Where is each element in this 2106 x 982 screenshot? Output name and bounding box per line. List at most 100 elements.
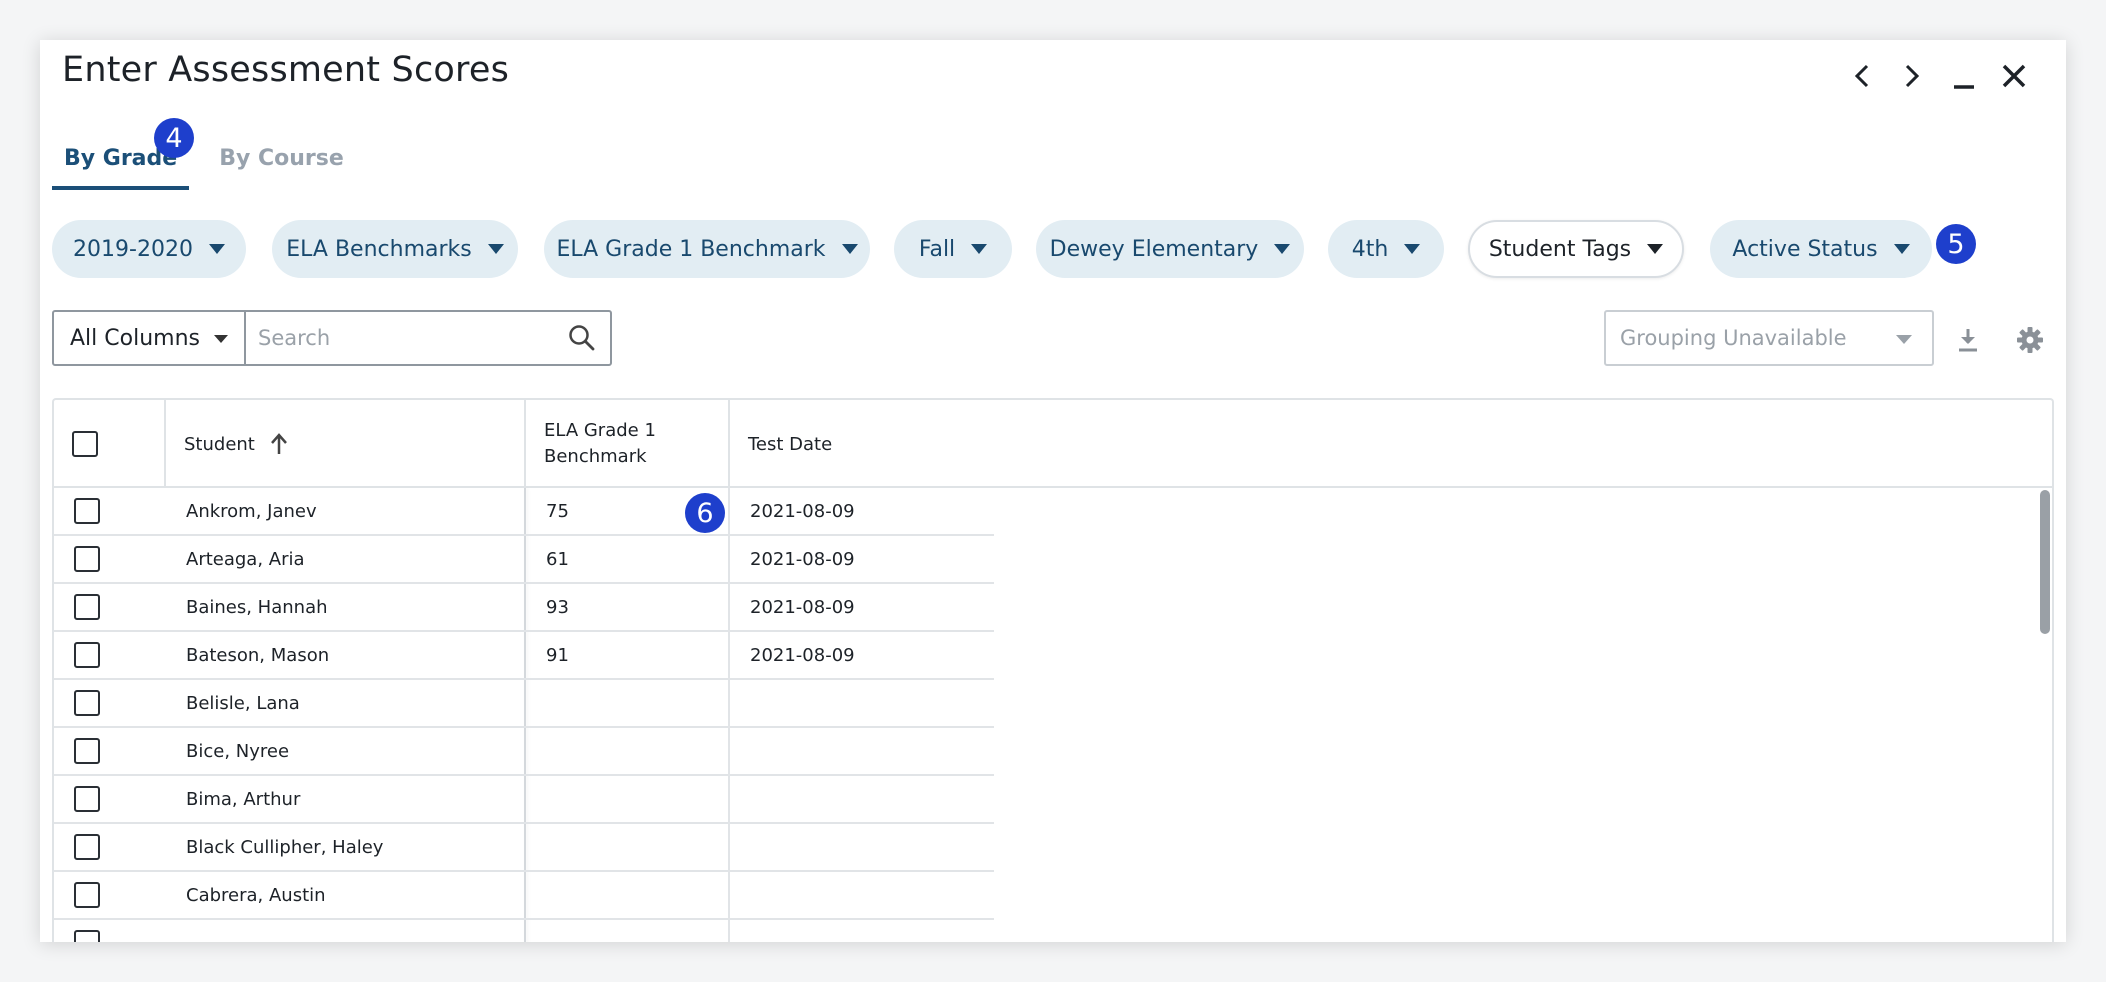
download-icon bbox=[1959, 329, 1977, 352]
column-select-value: All Columns bbox=[70, 325, 200, 351]
student-name[interactable]: Bateson, Mason bbox=[186, 632, 329, 678]
dialog-title: Enter Assessment Scores bbox=[62, 50, 510, 90]
test-date-cell[interactable]: 2021-08-09 bbox=[750, 488, 855, 534]
filter-active-status[interactable]: Active Status bbox=[1710, 220, 1932, 278]
column-divider bbox=[524, 400, 526, 488]
row-checkbox[interactable] bbox=[74, 738, 100, 764]
filter-label: Dewey Elementary bbox=[1049, 236, 1259, 262]
table-row: Black Cullipher, Haley bbox=[54, 824, 994, 872]
student-name[interactable]: Arteaga, Aria bbox=[186, 536, 305, 582]
step-badge-6: 6 bbox=[685, 493, 725, 533]
caret-down-icon bbox=[1647, 244, 1664, 254]
column-header-benchmark[interactable]: ELA Grade 1 Benchmark bbox=[544, 400, 656, 488]
score-cell[interactable] bbox=[546, 872, 726, 918]
column-divider bbox=[728, 400, 730, 488]
table-row: Cabrera, Austin bbox=[54, 872, 994, 920]
table-row: Bateson, Mason 91 2021-08-09 bbox=[54, 632, 994, 680]
table-row: Baines, Hannah 93 2021-08-09 bbox=[54, 584, 994, 632]
caret-down-icon bbox=[1893, 244, 1910, 254]
score-cell[interactable]: 61 bbox=[546, 536, 726, 582]
table-row: Ankrom, Janev 75 2021-08-09 bbox=[54, 488, 994, 536]
view-tabs: By Grade By Course bbox=[52, 136, 356, 190]
row-checkbox[interactable] bbox=[74, 642, 100, 668]
score-cell[interactable]: 91 bbox=[546, 632, 726, 678]
row-checkbox-cell bbox=[74, 536, 100, 582]
column-header-label: Student bbox=[184, 433, 255, 455]
row-checkbox-cell bbox=[74, 920, 100, 942]
step-badge-4: 4 bbox=[154, 118, 194, 158]
vertical-scrollbar[interactable] bbox=[2038, 488, 2052, 942]
filter-student-tags[interactable]: Student Tags bbox=[1468, 220, 1684, 278]
chevron-left-icon bbox=[1854, 64, 1869, 88]
search-button[interactable] bbox=[554, 312, 610, 364]
filter-grade[interactable]: 4th bbox=[1328, 220, 1444, 278]
column-header-label-line2: Benchmark bbox=[544, 446, 647, 467]
score-cell[interactable] bbox=[546, 776, 726, 822]
grouping-select: Grouping Unavailable bbox=[1604, 310, 1934, 366]
row-checkbox[interactable] bbox=[74, 834, 100, 860]
row-checkbox[interactable] bbox=[74, 594, 100, 620]
row-checkbox[interactable] bbox=[74, 930, 100, 942]
row-checkbox[interactable] bbox=[74, 690, 100, 716]
settings-button[interactable] bbox=[2010, 320, 2050, 360]
student-name[interactable]: Ankrom, Janev bbox=[186, 488, 317, 534]
row-checkbox[interactable] bbox=[74, 882, 100, 908]
filter-label: 4th bbox=[1351, 236, 1389, 262]
minimize-icon bbox=[1954, 85, 1974, 89]
chevron-right-icon bbox=[1905, 64, 1920, 88]
table-row: Belisle, Lana bbox=[54, 680, 994, 728]
row-checkbox-cell bbox=[74, 632, 100, 678]
caret-down-icon bbox=[1404, 244, 1421, 254]
table-header: Student ELA Grade 1 Benchmark Test Date bbox=[54, 400, 2052, 488]
student-name[interactable]: Cabrera, Austin bbox=[186, 872, 326, 918]
close-icon bbox=[2002, 64, 2026, 88]
minimize-button[interactable] bbox=[1944, 52, 1984, 100]
column-header-label: Test Date bbox=[748, 433, 833, 455]
caret-down-icon bbox=[971, 244, 988, 254]
gear-icon bbox=[2017, 327, 2043, 353]
row-checkbox[interactable] bbox=[74, 786, 100, 812]
test-date-cell[interactable]: 2021-08-09 bbox=[750, 632, 855, 678]
filter-school-year[interactable]: 2019-2020 bbox=[52, 220, 246, 278]
student-name[interactable]: Bima, Arthur bbox=[186, 776, 300, 822]
score-cell[interactable]: 93 bbox=[546, 584, 726, 630]
filter-label: 2019-2020 bbox=[73, 236, 193, 262]
student-name[interactable]: Belisle, Lana bbox=[186, 680, 300, 726]
column-header-test-date[interactable]: Test Date bbox=[748, 400, 832, 488]
column-header-label-line1: ELA Grade 1 bbox=[544, 420, 656, 441]
filter-label: ELA Grade 1 Benchmark bbox=[556, 236, 826, 262]
previous-button[interactable] bbox=[1842, 52, 1882, 100]
filter-label: ELA Benchmarks bbox=[286, 236, 472, 262]
column-select[interactable]: All Columns bbox=[54, 312, 246, 364]
filter-term[interactable]: Fall bbox=[894, 220, 1012, 278]
row-checkbox[interactable] bbox=[74, 546, 100, 572]
student-name[interactable]: Baines, Hannah bbox=[186, 584, 328, 630]
test-date-cell[interactable]: 2021-08-09 bbox=[750, 536, 855, 582]
table-row-partial bbox=[54, 920, 994, 942]
filter-assessment-group[interactable]: ELA Benchmarks bbox=[272, 220, 518, 278]
caret-down-icon bbox=[1896, 335, 1912, 344]
score-cell[interactable] bbox=[546, 728, 726, 774]
score-cell[interactable] bbox=[546, 680, 726, 726]
tab-by-course[interactable]: By Course bbox=[207, 136, 356, 190]
download-button[interactable] bbox=[1948, 320, 1988, 360]
close-button[interactable] bbox=[1994, 52, 2034, 100]
caret-down-icon bbox=[487, 244, 504, 254]
next-button[interactable] bbox=[1892, 52, 1932, 100]
row-checkbox[interactable] bbox=[74, 498, 100, 524]
filter-school[interactable]: Dewey Elementary bbox=[1036, 220, 1304, 278]
row-checkbox-cell bbox=[74, 584, 100, 630]
select-all-checkbox[interactable] bbox=[72, 431, 98, 457]
search-input[interactable] bbox=[246, 312, 554, 364]
student-name[interactable]: Black Cullipher, Haley bbox=[186, 824, 383, 870]
filter-label: Student Tags bbox=[1488, 236, 1632, 262]
scrollbar-thumb[interactable] bbox=[2040, 490, 2050, 634]
student-name[interactable]: Bice, Nyree bbox=[186, 728, 289, 774]
score-cell[interactable] bbox=[546, 824, 726, 870]
caret-down-icon bbox=[1274, 244, 1291, 254]
column-header-student[interactable]: Student bbox=[184, 400, 289, 488]
test-date-cell[interactable]: 2021-08-09 bbox=[750, 584, 855, 630]
filter-assessment[interactable]: ELA Grade 1 Benchmark bbox=[544, 220, 870, 278]
arrow-up-icon bbox=[270, 433, 287, 454]
filter-label: Active Status bbox=[1732, 236, 1878, 262]
